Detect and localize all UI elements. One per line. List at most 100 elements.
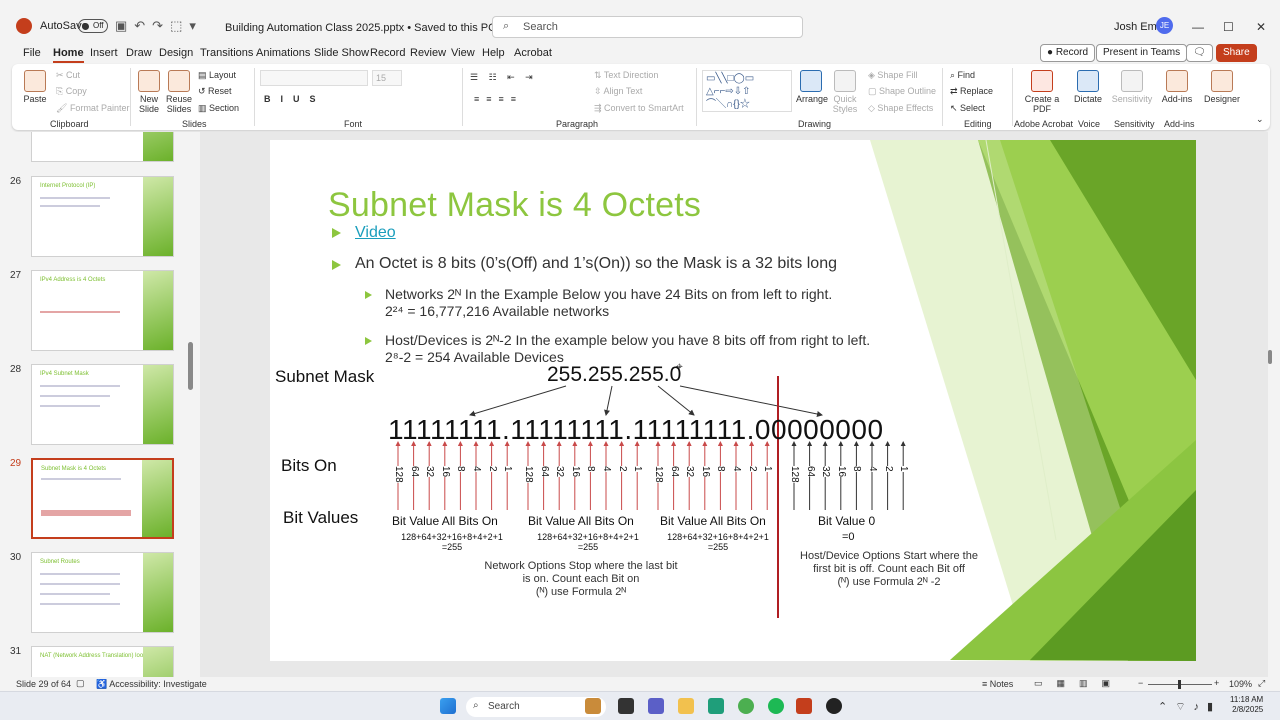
paragraph-group-label: Paragraph bbox=[556, 119, 599, 129]
format-painter-button[interactable]: 🖌 Format Painter bbox=[56, 103, 129, 114]
search-box[interactable]: ⌕ Search bbox=[492, 16, 803, 38]
collapse-ribbon-icon[interactable]: ⌄ bbox=[1256, 114, 1264, 125]
slide-thumbnail[interactable]: IPv4 Address is 4 Octets bbox=[31, 270, 174, 351]
octet1-all-on: Bit Value All Bits On bbox=[392, 514, 498, 528]
convert-smartart-button[interactable]: ⇶ Convert to SmartArt bbox=[594, 103, 684, 114]
add-ins-button[interactable]: Add-ins bbox=[1160, 70, 1194, 104]
font-size-select[interactable]: 15 bbox=[372, 70, 402, 86]
shape-fill-button[interactable]: ◈ Shape Fill bbox=[868, 70, 917, 81]
select-button[interactable]: ↖ Select bbox=[950, 103, 985, 114]
tab-review[interactable]: Review bbox=[410, 47, 446, 59]
section-button[interactable]: ▥ Section bbox=[198, 103, 239, 114]
file-explorer-icon[interactable] bbox=[678, 698, 694, 714]
align-text-button[interactable]: ⇳ Align Text bbox=[594, 86, 642, 97]
slide-thumbnail[interactable]: Internet Protocol (IP) bbox=[31, 176, 174, 257]
list-buttons[interactable]: ☰ ☷ ⇤ ⇥ bbox=[470, 72, 537, 83]
reuse-slides-button[interactable]: Reuse Slides bbox=[166, 70, 192, 114]
new-slide-button[interactable]: New Slide bbox=[136, 70, 162, 114]
find-button[interactable]: ⌕ Find bbox=[950, 70, 975, 81]
minimize-icon[interactable]: — bbox=[1192, 20, 1204, 34]
fit-slide-icon[interactable]: ⤢ bbox=[1258, 678, 1265, 689]
align-buttons[interactable]: ≡≡≡≡ bbox=[474, 94, 523, 104]
avatar[interactable]: JE bbox=[1156, 17, 1173, 34]
present-in-teams-button[interactable]: Present in Teams bbox=[1096, 44, 1188, 62]
task-app-icon[interactable] bbox=[585, 698, 601, 714]
record-button[interactable]: ● Record bbox=[1040, 44, 1096, 62]
chrome-icon[interactable] bbox=[738, 698, 754, 714]
zoom-level[interactable]: 109% bbox=[1229, 679, 1252, 689]
quick-access-icons[interactable]: ▣↶↷⬚▾ bbox=[115, 18, 203, 34]
spotify-icon[interactable] bbox=[768, 698, 784, 714]
create-pdf-button[interactable]: Create a PDF bbox=[1024, 70, 1060, 114]
dictate-button[interactable]: Dictate bbox=[1072, 70, 1104, 104]
thumb-title: IPv4 Subnet Mask bbox=[40, 371, 89, 377]
slide-thumbnail-selected[interactable]: Subnet Mask is 4 Octets bbox=[31, 458, 174, 539]
autosave-toggle[interactable]: Off bbox=[78, 19, 108, 33]
shapes-gallery[interactable]: ▭╲╲□◯▭ △⌐⌐⇨⇩⇧ ⌒╲∩{}☆ bbox=[702, 70, 792, 112]
bit-value-label: 2 bbox=[616, 466, 628, 472]
zoom-out-icon[interactable]: − bbox=[1138, 678, 1143, 688]
thumbnail-scrollbar[interactable] bbox=[188, 342, 193, 390]
spellcheck-icon[interactable]: ▢ bbox=[76, 678, 85, 689]
shape-outline-button[interactable]: ▢ Shape Outline bbox=[868, 86, 936, 97]
notes-button[interactable]: ≡ Notes bbox=[982, 679, 1013, 689]
accessibility-status[interactable]: ♿ Accessibility: Investigate bbox=[96, 679, 207, 690]
bit-value-label: 16 bbox=[699, 466, 711, 478]
slide-thumbnail[interactable]: NAT (Network Address Translation) look O… bbox=[31, 646, 174, 677]
tab-slide-show[interactable]: Slide Show bbox=[314, 47, 369, 59]
host-note-line: (ᴺ) use Formula 2ᴺ -2 bbox=[837, 576, 941, 588]
tab-acrobat[interactable]: Acrobat bbox=[514, 47, 552, 59]
tab-design[interactable]: Design bbox=[159, 47, 193, 59]
shape-effects-button[interactable]: ◇ Shape Effects bbox=[868, 103, 933, 114]
arrange-button[interactable]: Arrange bbox=[796, 70, 828, 104]
copy-button[interactable]: ⎘ Copy bbox=[56, 86, 87, 97]
tab-view[interactable]: View bbox=[451, 47, 475, 59]
slide-number: 29 bbox=[10, 458, 22, 469]
zoom-slider-thumb[interactable] bbox=[1178, 680, 1181, 689]
tab-draw[interactable]: Draw bbox=[126, 47, 152, 59]
system-tray-icons[interactable]: ⌃⌔♪▮ bbox=[1158, 700, 1221, 714]
tab-help[interactable]: Help bbox=[482, 47, 505, 59]
share-button[interactable]: Share bbox=[1216, 44, 1257, 62]
maximize-icon[interactable]: ☐ bbox=[1223, 20, 1234, 34]
edge-icon[interactable] bbox=[708, 698, 724, 714]
replace-button[interactable]: ⇄ Replace bbox=[950, 86, 993, 97]
tab-file[interactable]: File bbox=[23, 47, 41, 59]
tab-insert[interactable]: Insert bbox=[90, 47, 118, 59]
view-buttons[interactable]: ▭▦▥▣ bbox=[1034, 678, 1124, 689]
slide[interactable]: Subnet Mask is 4 Octets Video An Octet i… bbox=[270, 140, 1196, 661]
font-format-buttons[interactable]: BIUS bbox=[264, 94, 326, 104]
sensitivity-button[interactable]: Sensitivity bbox=[1110, 70, 1154, 104]
tab-home[interactable]: Home bbox=[53, 47, 84, 63]
close-icon[interactable]: ✕ bbox=[1256, 20, 1266, 34]
cut-button[interactable]: ✂ Cut bbox=[56, 70, 80, 81]
powerpoint-taskbar-icon[interactable] bbox=[796, 698, 812, 714]
slide-thumbnail[interactable]: IPv4 Subnet Mask bbox=[31, 364, 174, 445]
shape-effects-label: Shape Effects bbox=[877, 103, 934, 113]
teams-icon[interactable] bbox=[648, 698, 664, 714]
tab-animations[interactable]: Animations bbox=[256, 47, 310, 59]
slide-scrollbar[interactable] bbox=[1268, 350, 1272, 364]
bit-value-label: 16 bbox=[835, 466, 847, 478]
paste-button[interactable]: Paste bbox=[22, 70, 48, 104]
clock[interactable]: 11:18 AM 2/8/2025 bbox=[1230, 695, 1263, 715]
task-view-icon[interactable] bbox=[618, 698, 634, 714]
windows-start-icon[interactable] bbox=[440, 698, 456, 714]
document-title[interactable]: Building Automation Class 2025.pptx • Sa… bbox=[225, 21, 508, 34]
thumb-graphic bbox=[143, 132, 173, 161]
tab-transitions[interactable]: Transitions bbox=[200, 47, 253, 59]
text-direction-button[interactable]: ⇅ Text Direction bbox=[594, 70, 658, 81]
comments-icon[interactable]: 🗨 bbox=[1186, 44, 1213, 62]
quick-styles-button[interactable]: Quick Styles bbox=[830, 70, 860, 114]
tab-record[interactable]: Record bbox=[370, 47, 405, 59]
designer-button[interactable]: Designer bbox=[1202, 70, 1242, 104]
obs-icon[interactable] bbox=[826, 698, 842, 714]
reset-button[interactable]: ↺ Reset bbox=[198, 86, 232, 97]
divider bbox=[462, 68, 463, 126]
slide-thumbnail[interactable] bbox=[31, 132, 174, 162]
font-family-select[interactable] bbox=[260, 70, 368, 86]
text-direction-label: Text Direction bbox=[603, 70, 659, 80]
slide-thumbnail[interactable]: Subnet Routes bbox=[31, 552, 174, 633]
layout-button[interactable]: ▤ Layout bbox=[198, 70, 236, 81]
zoom-in-icon[interactable]: + bbox=[1214, 678, 1219, 688]
